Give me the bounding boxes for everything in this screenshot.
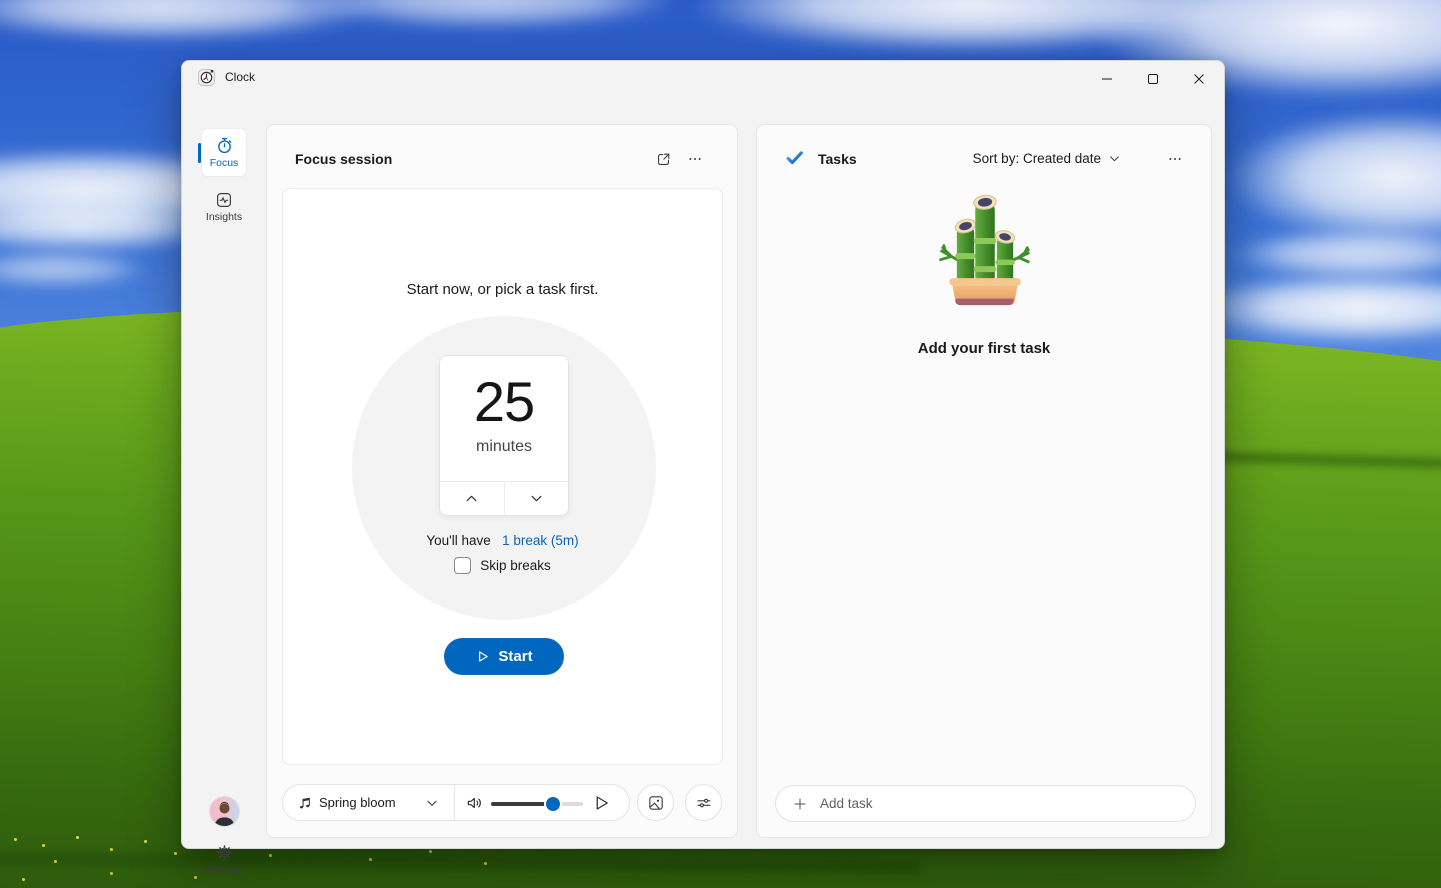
start-button-label: Start — [498, 648, 532, 665]
sound-bar: Spring bloom — [282, 784, 630, 821]
chevron-up-icon — [464, 491, 479, 506]
sound-select[interactable]: Spring bloom — [283, 785, 455, 820]
music-note-icon — [296, 793, 314, 813]
flower-dots — [14, 838, 17, 841]
add-task-input[interactable]: Add task — [775, 785, 1196, 822]
cloud — [0, 250, 150, 288]
minimize-button[interactable] — [1084, 62, 1130, 95]
speaker-icon — [465, 793, 485, 813]
ellipsis-icon — [1167, 151, 1183, 167]
sidebar-item-settings[interactable]: Settings — [182, 844, 266, 876]
account-avatar[interactable] — [210, 797, 239, 826]
focus-more-options-button[interactable] — [681, 147, 709, 171]
sort-dropdown[interactable]: Sort by: Created date — [973, 151, 1121, 166]
timer-unit-label: minutes — [440, 438, 568, 456]
selected-indicator — [198, 143, 201, 163]
sidebar-item-focus[interactable]: Focus — [202, 129, 246, 176]
avatar-image — [210, 797, 239, 826]
sliders-icon — [695, 794, 713, 812]
cloud — [1230, 228, 1441, 280]
chevron-down-icon — [1108, 152, 1121, 165]
focus-panel-title: Focus session — [295, 151, 392, 167]
volume-thumb[interactable] — [546, 797, 560, 811]
start-button[interactable]: Start — [444, 638, 564, 675]
sidebar-item-insights[interactable]: Insights — [202, 183, 246, 230]
maximize-icon — [1147, 73, 1159, 85]
minimize-icon — [1101, 73, 1113, 85]
sort-label: Sort by: Created date — [973, 151, 1101, 166]
break-prefix-text: You'll have — [426, 533, 490, 548]
increase-minutes-button[interactable] — [440, 482, 505, 515]
preview-sound-button[interactable] — [591, 793, 611, 813]
open-in-new-window-button[interactable] — [649, 147, 677, 171]
bamboo-illustration — [920, 185, 1050, 317]
sidebar-item-label: Insights — [206, 211, 242, 223]
window-controls — [1084, 62, 1222, 95]
focus-prompt-text: Start now, or pick a task first. — [283, 281, 722, 298]
timer-stepper — [440, 481, 568, 515]
settings-label: Settings — [205, 864, 243, 876]
break-info-line: You'll have 1 break (5m) — [283, 533, 722, 548]
window-title: Clock — [225, 70, 255, 84]
tasks-empty-title: Add your first task — [757, 340, 1211, 357]
sound-name: Spring bloom — [319, 795, 396, 810]
cloud — [1225, 110, 1441, 245]
maximize-button[interactable] — [1130, 62, 1176, 95]
sidebar-item-label: Focus — [210, 157, 239, 169]
clock-app-window: Clock Focus — [181, 60, 1225, 849]
open-in-new-window-icon — [655, 151, 672, 168]
close-button[interactable] — [1176, 62, 1222, 95]
titlebar: Clock — [182, 61, 1224, 109]
volume-slider[interactable] — [491, 802, 583, 806]
add-task-placeholder: Add task — [820, 796, 873, 811]
ellipsis-icon — [687, 151, 703, 167]
decrease-minutes-button[interactable] — [505, 482, 569, 515]
focus-session-panel: Focus session Start now, or pick a task … — [266, 124, 738, 838]
focus-panel-header: Focus session — [267, 125, 737, 189]
focus-session-card: Start now, or pick a task first. 25 minu… — [282, 188, 723, 765]
clock-app-icon — [197, 68, 216, 87]
skip-breaks-label: Skip breaks — [480, 558, 551, 573]
chevron-down-icon — [425, 796, 439, 810]
volume-fill — [491, 802, 553, 806]
cloud — [1190, 272, 1441, 344]
timer-card: 25 minutes — [439, 355, 569, 516]
focus-timer-icon — [215, 136, 234, 155]
focus-settings-button[interactable] — [685, 784, 722, 821]
plus-icon — [792, 796, 808, 812]
skip-breaks-checkbox[interactable] — [454, 557, 471, 574]
skip-breaks-row: Skip breaks — [283, 555, 722, 575]
cloud — [300, 0, 680, 30]
background-picker-button[interactable] — [637, 784, 674, 821]
tasks-panel-title: Tasks — [818, 151, 857, 167]
break-count-link[interactable]: 1 break (5m) — [502, 533, 579, 548]
close-icon — [1193, 73, 1205, 85]
gear-icon — [216, 844, 233, 861]
chevron-down-icon — [529, 491, 544, 506]
tasks-more-options-button[interactable] — [1161, 147, 1189, 171]
insights-icon — [215, 191, 233, 209]
timer-minutes-value: 25 — [440, 374, 568, 430]
image-icon — [647, 794, 665, 812]
play-icon — [475, 649, 490, 664]
sidebar: Focus Insights — [182, 109, 266, 848]
tasks-panel: Tasks Sort by: Created date — [756, 124, 1212, 838]
tasks-check-icon — [785, 148, 804, 167]
tasks-panel-header: Tasks Sort by: Created date — [757, 125, 1211, 189]
